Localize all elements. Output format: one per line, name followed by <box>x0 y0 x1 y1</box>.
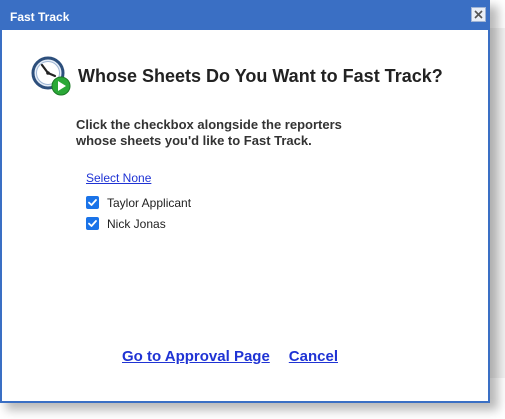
close-button[interactable] <box>471 7 486 22</box>
go-to-approval-page-link[interactable]: Go to Approval Page <box>122 348 270 365</box>
close-icon <box>474 10 483 19</box>
reporter-list: Taylor Applicant Nick Jonas <box>86 192 191 234</box>
instructions-line-2: whose sheets you'd like to Fast Track. <box>76 133 312 148</box>
dialog-titlebar: Fast Track <box>2 2 488 30</box>
reporter-name: Taylor Applicant <box>107 195 192 210</box>
instructions-text: Click the checkbox alongside the reporte… <box>76 117 406 149</box>
dialog-actions: Go to Approval Page Cancel <box>122 348 357 365</box>
reporter-name: Nick Jonas <box>107 216 166 231</box>
instructions-line-1: Click the checkbox alongside the reporte… <box>76 117 342 132</box>
cancel-link[interactable]: Cancel <box>289 348 338 365</box>
fast-track-dialog: Fast Track Whose Sheets Do You Want to F… <box>0 0 490 403</box>
clock-play-icon <box>31 56 71 96</box>
reporter-item: Nick Jonas <box>86 213 191 234</box>
dialog-title: Fast Track <box>10 10 70 24</box>
reporter-checkbox[interactable] <box>86 196 99 209</box>
dialog-heading: Whose Sheets Do You Want to Fast Track? <box>78 65 443 86</box>
dialog-header: Whose Sheets Do You Want to Fast Track? <box>30 55 443 97</box>
reporter-checkbox[interactable] <box>86 217 99 230</box>
checkmark-icon <box>88 199 97 206</box>
reporter-item: Taylor Applicant <box>86 192 191 213</box>
checkmark-icon <box>88 220 97 227</box>
select-none-link[interactable]: Select None <box>86 171 151 185</box>
